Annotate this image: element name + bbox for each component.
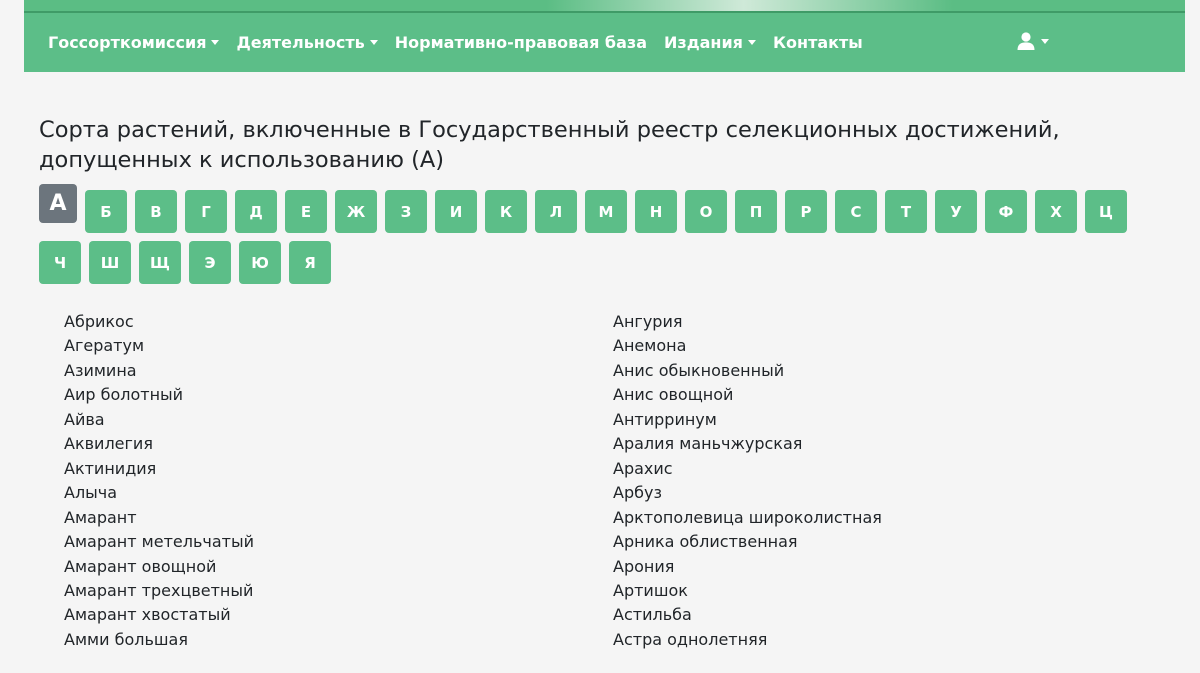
plant-list-item[interactable]: Артишок	[613, 579, 882, 603]
letter-button[interactable]: Х	[1035, 190, 1077, 233]
nav-item-label: Деятельность	[236, 33, 365, 52]
letter-button[interactable]: Э	[189, 241, 231, 284]
plant-list-item[interactable]: Анис овощной	[613, 383, 882, 407]
plant-list-item[interactable]: Антирринум	[613, 408, 882, 432]
alphabet-filter: А БВГДЕЖЗИКЛМНОПРСТУФХЦ ЧШЩЭЮЯ	[39, 184, 1159, 284]
plant-list-item[interactable]: Агератум	[64, 334, 254, 358]
letter-button[interactable]: Л	[535, 190, 577, 233]
user-icon	[1017, 32, 1035, 50]
letter-button[interactable]: И	[435, 190, 477, 233]
nav-item-izdaniya[interactable]: Издания	[664, 33, 756, 52]
letter-button[interactable]: Щ	[139, 241, 181, 284]
nav-item-label: Нормативно-правовая база	[394, 33, 647, 52]
nav-item-gossortkomissiya[interactable]: Госсорткомиссия	[48, 33, 220, 52]
letter-button[interactable]: Ц	[1085, 190, 1127, 233]
alphabet-row: А БВГДЕЖЗИКЛМНОПРСТУФХЦ	[39, 184, 1159, 233]
plant-list-item[interactable]: Ангурия	[613, 310, 882, 334]
page-title: Сорта растений, включенные в Государстве…	[39, 117, 1060, 173]
nav-item-normativno-pravovaya-baza[interactable]: Нормативно-правовая база	[395, 33, 647, 52]
letter-button-active[interactable]: А	[39, 184, 77, 223]
letter-button[interactable]: К	[485, 190, 527, 233]
letter-button[interactable]: Ж	[335, 190, 377, 233]
letter-button[interactable]: Ч	[39, 241, 81, 284]
letter-button[interactable]: С	[835, 190, 877, 233]
plant-list-item[interactable]: Аралия маньчжурская	[613, 432, 882, 456]
letter-button[interactable]: З	[385, 190, 427, 233]
plant-list-item[interactable]: Арбуз	[613, 481, 882, 505]
letter-button[interactable]: Ф	[985, 190, 1027, 233]
plant-list-item[interactable]: Абрикос	[64, 310, 254, 334]
plant-list-item[interactable]: Айва	[64, 408, 254, 432]
caret-down-icon	[211, 40, 220, 45]
plant-list-item[interactable]: Аквилегия	[64, 432, 254, 456]
plant-list-item[interactable]: Анемона	[613, 334, 882, 358]
plant-list-item[interactable]: Астра однолетняя	[613, 628, 882, 652]
letter-button[interactable]: У	[935, 190, 977, 233]
letter-button[interactable]: Ш	[89, 241, 131, 284]
plant-list-item[interactable]: Арника облиственная	[613, 530, 882, 554]
plant-list-item[interactable]: Аир болотный	[64, 383, 254, 407]
letter-button[interactable]: Т	[885, 190, 927, 233]
letter-button[interactable]: Е	[285, 190, 327, 233]
letter-button[interactable]: М	[585, 190, 627, 233]
letter-button[interactable]: П	[735, 190, 777, 233]
plant-list-item[interactable]: Анис обыкновенный	[613, 359, 882, 383]
letter-button[interactable]: Д	[235, 190, 277, 233]
plant-list-item[interactable]: Амарант хвостатый	[64, 603, 254, 627]
letter-button[interactable]: Н	[635, 190, 677, 233]
plant-list-item[interactable]: Арахис	[613, 457, 882, 481]
letter-button[interactable]: Я	[289, 241, 331, 284]
nav-item-label: Издания	[664, 33, 743, 52]
alphabet-row: ЧШЩЭЮЯ	[39, 241, 1159, 284]
letter-button[interactable]: Ю	[239, 241, 281, 284]
letter-button[interactable]: Г	[185, 190, 227, 233]
plant-list-item[interactable]: Азимина	[64, 359, 254, 383]
plant-list-item[interactable]: Амми большая	[64, 628, 254, 652]
plant-list-item[interactable]: Арктополевица широколистная	[613, 506, 882, 530]
caret-down-icon	[747, 40, 756, 45]
plant-list-item[interactable]: Амарант трехцветный	[64, 579, 254, 603]
plant-list-item[interactable]: Астильба	[613, 603, 882, 627]
letter-button[interactable]: Б	[85, 190, 127, 233]
letter-button[interactable]: В	[135, 190, 177, 233]
plant-list-item[interactable]: Актинидия	[64, 457, 254, 481]
plant-list-item[interactable]: Амарант	[64, 506, 254, 530]
caret-down-icon	[369, 40, 378, 45]
user-menu-toggle[interactable]	[1016, 31, 1049, 51]
nav-item-label: Госсорткомиссия	[48, 33, 207, 52]
nav-item-kontakty[interactable]: Контакты	[773, 33, 863, 52]
plant-list-item[interactable]: Алыча	[64, 481, 254, 505]
plant-list-column-right: Ангурия Анемона Анис обыкновенный Анис овощ…	[613, 310, 882, 652]
plant-list-column-left: Абрикос Агератум Азимина Аир болотный Айва Ак…	[64, 310, 254, 652]
caret-down-icon	[1041, 38, 1049, 44]
nav-item-label: Контакты	[772, 33, 863, 52]
plant-list-item[interactable]: Арония	[613, 555, 882, 579]
nav-item-deyatelnost[interactable]: Деятельность	[236, 33, 378, 52]
plant-list-item[interactable]: Амарант овощной	[64, 555, 254, 579]
main-navbar: Госсорткомиссия Деятельность Нормативно-…	[24, 11, 1185, 72]
letter-button[interactable]: Р	[785, 190, 827, 233]
letter-button[interactable]: О	[685, 190, 727, 233]
plant-list-item[interactable]: Амарант метельчатый	[64, 530, 254, 554]
